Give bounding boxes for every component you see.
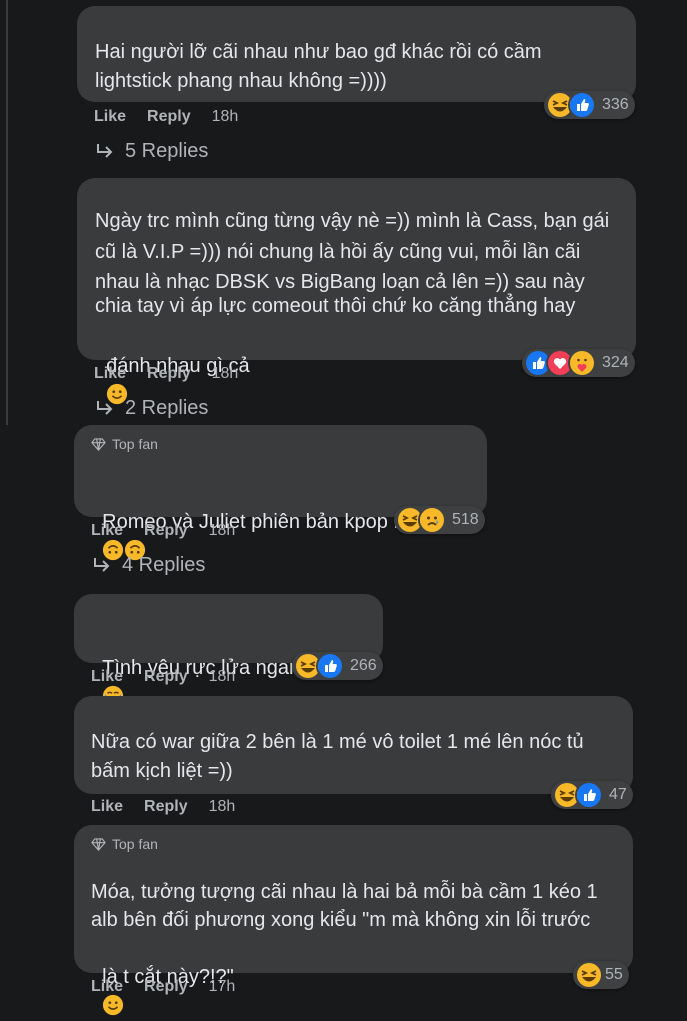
comment-actions: Like Reply 17h bbox=[91, 978, 235, 996]
view-replies-link[interactable]: 2 Replies bbox=[95, 397, 208, 420]
reaction-summary[interactable]: 55 bbox=[573, 961, 629, 989]
view-replies-link[interactable]: 5 Replies bbox=[95, 140, 208, 163]
reaction-count: 518 bbox=[452, 511, 479, 528]
reaction-count: 324 bbox=[602, 354, 629, 371]
like-icon bbox=[568, 91, 596, 119]
reaction-summary[interactable]: 266 bbox=[292, 652, 383, 680]
comment-timestamp: 18h bbox=[211, 365, 239, 382]
replies-label: 5 Replies bbox=[125, 140, 209, 162]
reaction-summary[interactable]: 518 bbox=[394, 506, 485, 534]
comment-text-line: alb bên đối phương xong kiểu "m mà không… bbox=[91, 909, 591, 931]
reaction-summary[interactable]: 47 bbox=[551, 781, 633, 809]
haha-icon bbox=[575, 961, 603, 989]
top-fan-badge: Top fan bbox=[91, 836, 158, 852]
comment-text-line: bấm kịch liệt =)) bbox=[91, 760, 233, 782]
reaction-count: 336 bbox=[602, 96, 629, 113]
reaction-count: 55 bbox=[605, 966, 623, 983]
like-button[interactable]: Like bbox=[91, 668, 123, 686]
reply-button[interactable]: Reply bbox=[144, 978, 188, 996]
like-button[interactable]: Like bbox=[91, 522, 123, 540]
reply-arrow-icon bbox=[97, 400, 113, 415]
comment-text-line: Ngày trc mình cũng từng vậy nè =)) mình … bbox=[95, 210, 610, 232]
reply-button[interactable]: Reply bbox=[144, 668, 188, 686]
comment-timestamp: 18h bbox=[208, 668, 236, 685]
like-button[interactable]: Like bbox=[91, 798, 123, 816]
comment-text-line: cũ là V.I.P =))) nói chung là hồi ấy cũn… bbox=[95, 241, 581, 263]
comment-timestamp: 18h bbox=[208, 522, 236, 539]
like-icon bbox=[575, 781, 603, 809]
like-button[interactable]: Like bbox=[91, 978, 123, 996]
comment-text-line: chia tay vì áp lực comeout thôi chứ ko c… bbox=[95, 295, 576, 317]
comment-text-line: Nữa có war giữa 2 bên là 1 mé vô toilet … bbox=[91, 731, 584, 753]
comment-timestamp: 18h bbox=[211, 108, 239, 125]
replies-label: 4 Replies bbox=[122, 554, 206, 576]
reaction-count: 266 bbox=[350, 657, 377, 674]
replies-label: 2 Replies bbox=[125, 397, 209, 419]
comment-actions: Like Reply 18h bbox=[94, 108, 238, 126]
comment-text-line: Móa, tưởng tượng cãi nhau là hai bả mỗi … bbox=[91, 881, 598, 903]
badge-label: Top fan bbox=[112, 436, 158, 452]
diamond-icon bbox=[91, 437, 106, 451]
comment-actions: Like Reply 18h bbox=[91, 668, 235, 686]
comment-actions: Like Reply 18h bbox=[94, 365, 238, 383]
reply-button[interactable]: Reply bbox=[147, 365, 191, 383]
badge-label: Top fan bbox=[112, 836, 158, 852]
reaction-count: 47 bbox=[609, 786, 627, 803]
comment-actions: Like Reply 18h bbox=[91, 522, 235, 540]
comment-text-line: Hai người lỡ cãi nhau như bao gđ khác rồ… bbox=[95, 41, 542, 63]
thread-line bbox=[6, 0, 8, 425]
care-icon bbox=[568, 349, 596, 377]
reply-button[interactable]: Reply bbox=[147, 108, 191, 126]
like-button[interactable]: Like bbox=[94, 108, 126, 126]
reply-button[interactable]: Reply bbox=[144, 522, 188, 540]
comment-timestamp: 17h bbox=[208, 978, 236, 995]
like-button[interactable]: Like bbox=[94, 365, 126, 383]
diamond-icon bbox=[91, 837, 106, 851]
reaction-summary[interactable]: 336 bbox=[544, 91, 635, 119]
comment-actions: Like Reply 18h bbox=[91, 798, 235, 816]
comment-timestamp: 18h bbox=[208, 798, 236, 815]
comment-text-line: lightstick phang nhau không =)))) bbox=[95, 70, 387, 92]
reply-arrow-icon bbox=[97, 143, 113, 158]
reply-button[interactable]: Reply bbox=[144, 798, 188, 816]
sad-icon bbox=[418, 506, 446, 534]
reaction-summary[interactable]: 324 bbox=[522, 349, 635, 377]
like-icon bbox=[316, 652, 344, 680]
smile-emoji-icon bbox=[103, 994, 124, 1016]
reply-arrow-icon bbox=[94, 557, 110, 572]
top-fan-badge: Top fan bbox=[91, 436, 158, 452]
view-replies-link[interactable]: 4 Replies bbox=[92, 554, 205, 577]
